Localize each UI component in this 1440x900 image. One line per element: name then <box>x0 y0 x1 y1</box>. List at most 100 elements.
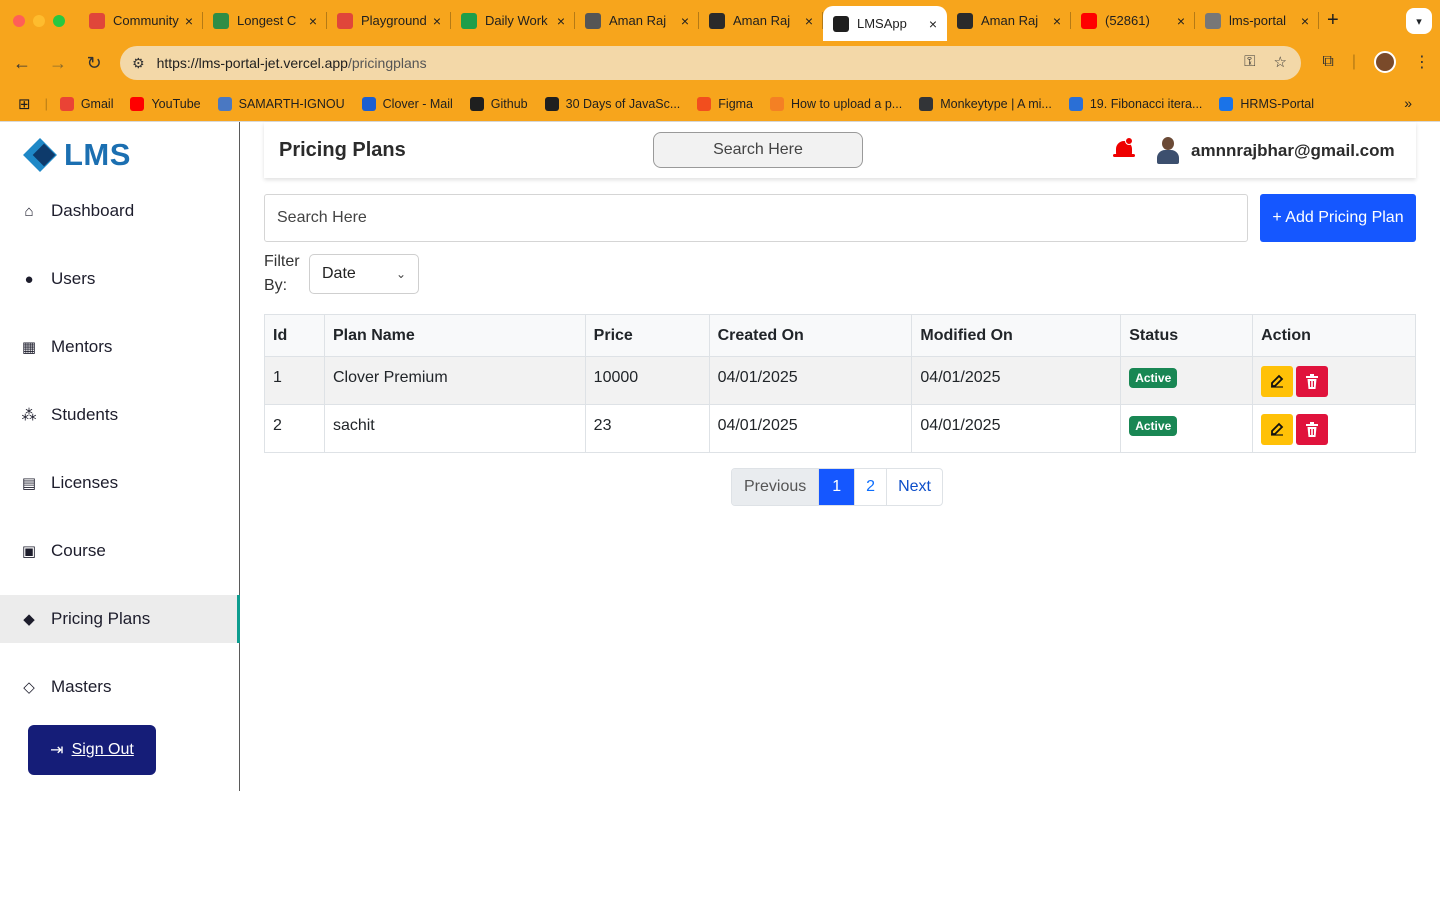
sidebar-item-pricing-plans[interactable]: ◆ Pricing Plans <box>0 595 240 643</box>
cell-created-on: 04/01/2025 <box>708 356 913 405</box>
tab-favicon-icon <box>1081 12 1097 29</box>
profile-avatar[interactable] <box>1374 51 1396 73</box>
bookmark-favicon-icon <box>1068 96 1083 111</box>
tab-close-icon[interactable]: × <box>1301 13 1309 29</box>
bookmark-item[interactable]: How to upload a p... <box>770 96 902 111</box>
close-window-button[interactable] <box>13 14 25 27</box>
filter-select[interactable]: Date ⌄ <box>309 254 419 294</box>
browser-tab-strip: Community × Longest C × Playground × Daily Wor… <box>0 0 1440 41</box>
tab-title: Aman Raj <box>609 13 667 28</box>
bookmark-label: Clover - Mail <box>382 96 453 111</box>
tab-close-icon[interactable]: × <box>1177 13 1185 29</box>
apps-grid-icon[interactable]: ⊞ <box>18 95 31 113</box>
delete-button[interactable] <box>1296 366 1329 397</box>
tab-title: Community <box>113 13 179 28</box>
notification-bell-icon[interactable] <box>1113 137 1135 161</box>
edit-button[interactable] <box>1261 414 1294 445</box>
bookmark-item[interactable]: 30 Days of JavaSc... <box>544 96 680 111</box>
bookmark-favicon-icon <box>770 96 785 111</box>
add-pricing-plan-button[interactable]: + Add Pricing Plan <box>1260 194 1416 242</box>
reload-icon[interactable]: ↻ <box>76 53 112 74</box>
sidebar-item-label: Students <box>51 405 119 424</box>
bookmark-star-icon[interactable]: ☆ <box>1274 53 1287 71</box>
sidebar-item-students[interactable]: ⁂ Students <box>0 391 239 439</box>
tab-close-icon[interactable]: × <box>185 13 193 29</box>
tab-favicon-icon <box>461 12 477 29</box>
bookmark-item[interactable]: SAMARTH-IGNOU <box>217 96 345 111</box>
sidebar-item-dashboard[interactable]: ⌂ Dashboard <box>0 187 239 235</box>
forward-arrow-icon[interactable]: → <box>40 53 76 74</box>
tab-title: Longest C <box>237 13 297 28</box>
sidebar-item-masters[interactable]: ◇ Masters <box>0 663 239 711</box>
bookmark-item[interactable]: Clover - Mail <box>361 96 453 111</box>
next-page-button[interactable]: Next <box>887 469 942 505</box>
header-search-input[interactable]: Search Here <box>653 132 863 168</box>
password-key-icon[interactable]: ⚿ <box>1244 53 1255 71</box>
bookmark-item[interactable]: Gmail <box>59 96 114 111</box>
sign-out-button[interactable]: ⇥ Sign Out <box>28 725 156 775</box>
tab-close-icon[interactable]: × <box>557 13 565 29</box>
browser-tab[interactable]: lms-portal × <box>1195 0 1319 41</box>
browser-tab[interactable]: Aman Raj × <box>575 0 699 41</box>
filter-select-value: Date <box>322 265 356 282</box>
address-bar[interactable]: ⚙ https://lms-portal-jet.vercel.app/pric… <box>120 46 1301 80</box>
sidebar-item-label: Mentors <box>51 337 113 356</box>
bookmark-item[interactable]: Figma <box>697 96 753 111</box>
browser-tab[interactable]: Playground × <box>327 0 451 41</box>
cell-plan-name: sachit <box>323 404 586 453</box>
bookmark-item[interactable]: 19. Fibonacci itera... <box>1068 96 1202 111</box>
tab-search-chevron-icon[interactable]: ▾ <box>1406 8 1432 34</box>
page-button-1[interactable]: 1 <box>819 469 856 505</box>
bookmark-item[interactable]: Monkeytype | A mi... <box>919 96 1052 111</box>
app-logo[interactable]: LMS <box>23 136 131 174</box>
tab-favicon-icon <box>337 12 353 29</box>
browser-toolbar: ← → ↻ ⚙ https://lms-portal-jet.vercel.ap… <box>0 41 1440 86</box>
delete-button[interactable] <box>1296 414 1329 445</box>
cell-plan-name: Clover Premium <box>323 356 586 405</box>
site-settings-icon[interactable]: ⚙ <box>132 55 145 72</box>
sidebar-item-licenses[interactable]: ▤ Licenses <box>0 459 239 507</box>
browser-tab[interactable]: Aman Raj × <box>947 0 1071 41</box>
tab-title: (52861) <box>1105 13 1150 28</box>
user-email[interactable]: amnnrajbhar@gmail.com <box>1191 141 1395 161</box>
bookmark-item[interactable]: YouTube <box>130 96 201 111</box>
cell-modified-on: 04/01/2025 <box>911 404 1122 453</box>
bookmark-item[interactable]: HRMS-Portal <box>1219 96 1314 111</box>
page-header: Pricing Plans Search Here amnnrajbhar@gm… <box>264 122 1416 178</box>
tab-close-icon[interactable]: × <box>681 13 689 29</box>
tab-close-icon[interactable]: × <box>433 13 441 29</box>
cell-id: 2 <box>264 404 325 453</box>
tab-close-icon[interactable]: × <box>1053 13 1061 29</box>
tab-close-icon[interactable]: × <box>929 16 937 32</box>
address-url[interactable]: https://lms-portal-jet.vercel.app/pricin… <box>157 55 427 71</box>
bookmark-favicon-icon <box>217 96 232 111</box>
column-header: Price <box>584 314 710 357</box>
browser-menu-icon[interactable]: ⋮ <box>1414 52 1430 72</box>
back-arrow-icon[interactable]: ← <box>4 53 40 74</box>
user-avatar[interactable] <box>1156 137 1180 165</box>
page-button-2[interactable]: 2 <box>855 469 888 505</box>
bookmark-item[interactable]: Github <box>469 96 528 111</box>
bookmark-label: Gmail <box>80 96 114 111</box>
minimize-window-button[interactable] <box>33 14 45 27</box>
browser-tab[interactable]: (52861) × <box>1071 0 1195 41</box>
tab-close-icon[interactable]: × <box>805 13 813 29</box>
zoom-window-button[interactable] <box>53 14 65 27</box>
plans-search-input[interactable]: Search Here <box>264 194 1248 242</box>
browser-tab[interactable]: Longest C × <box>203 0 327 41</box>
previous-page-button[interactable]: Previous <box>732 469 820 505</box>
browser-tab[interactable]: LMSApp × <box>823 6 947 41</box>
bookmark-label: Github <box>490 96 528 111</box>
browser-tab[interactable]: Community × <box>79 0 203 41</box>
edit-button[interactable] <box>1261 366 1294 397</box>
tab-title: lms-portal <box>1229 13 1287 28</box>
more-bookmarks-icon[interactable]: » <box>1404 95 1412 111</box>
browser-tab[interactable]: Daily Work × <box>451 0 575 41</box>
browser-tab[interactable]: Aman Raj × <box>699 0 823 41</box>
tab-close-icon[interactable]: × <box>309 13 317 29</box>
sidebar-item-mentors[interactable]: ▦ Mentors <box>0 323 239 371</box>
extensions-puzzle-icon[interactable]: ⧉ <box>1322 53 1333 71</box>
new-tab-button[interactable]: + <box>1327 9 1339 32</box>
sidebar-item-course[interactable]: ▣ Course <box>0 527 239 575</box>
sidebar-item-users[interactable]: ● Users <box>0 255 239 303</box>
